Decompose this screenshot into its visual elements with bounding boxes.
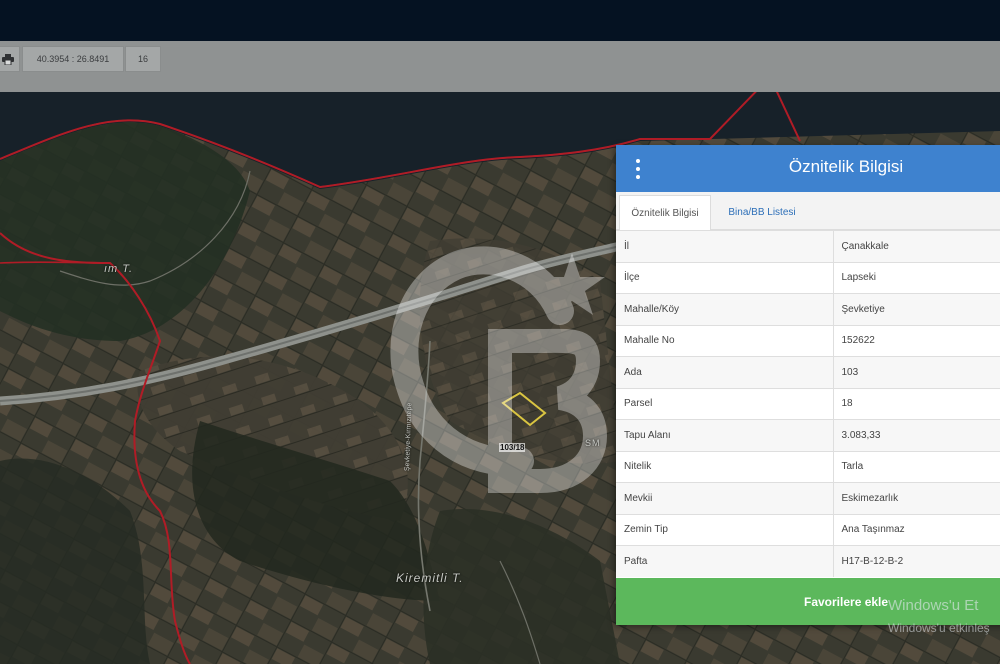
table-row: Mahalle/Köy Şevketiye	[616, 293, 1000, 325]
parcel-label[interactable]: 103/18	[499, 443, 526, 452]
panel-tabs: Öznitelik Bilgisi Bina/BB Listesi	[616, 192, 1000, 230]
map-label-sm: SM	[585, 438, 601, 448]
print-button[interactable]	[0, 46, 20, 72]
attribute-table: İl Çanakkale İlçe Lapseki Mahalle/Köy Şevke…	[616, 230, 1000, 577]
table-row: İlçe Lapseki	[616, 261, 1000, 294]
row-key: Nitelik	[616, 450, 834, 483]
row-key: Mevkii	[616, 482, 834, 514]
table-row: Tapu Alanı 3.083,33	[616, 419, 1000, 451]
row-key: Mahalle/Köy	[616, 293, 834, 325]
panel-header: Öznitelik Bilgisi	[616, 145, 1000, 192]
windows-activation-watermark: Windows'u Et	[888, 597, 979, 614]
row-key: Mahalle No	[616, 324, 834, 357]
row-key: Parsel	[616, 387, 834, 420]
row-value: 103	[833, 356, 1000, 388]
printer-icon	[2, 53, 14, 65]
map-toolbar: 40.3954 : 26.8491 16	[0, 41, 1000, 92]
row-value: Tarla	[833, 450, 1000, 483]
row-value: Lapseki	[833, 261, 1000, 294]
row-key: Tapu Alanı	[616, 419, 834, 451]
windows-activation-subtext: Windows'u etkinleş	[888, 621, 990, 635]
table-row: İl Çanakkale	[616, 230, 1000, 262]
top-bar	[0, 0, 1000, 41]
table-row: Mahalle No 152622	[616, 324, 1000, 357]
table-row: Zemin Tip Ana Taşınmaz	[616, 513, 1000, 546]
row-value: Çanakkale	[833, 230, 1000, 262]
map-label-hill-1: ım T.	[104, 263, 134, 275]
row-key: Pafta	[616, 545, 834, 577]
row-key: İl	[616, 230, 834, 262]
row-key: Zemin Tip	[616, 513, 834, 546]
tab-building-list[interactable]: Bina/BB Listesi	[714, 195, 810, 230]
row-key: İlçe	[616, 261, 834, 294]
row-key: Ada	[616, 356, 834, 388]
table-row: Mevkii Eskimezarlık	[616, 482, 1000, 514]
attribute-panel: Öznitelik Bilgisi Öznitelik Bilgisi Bina…	[616, 145, 1000, 625]
row-value: Ana Taşınmaz	[833, 513, 1000, 546]
panel-title: Öznitelik Bilgisi	[788, 157, 904, 176]
row-value: 18	[833, 387, 1000, 420]
table-row: Parsel 18	[616, 387, 1000, 420]
table-row: Nitelik Tarla	[616, 450, 1000, 483]
table-row: Pafta H17-B-12-B-2	[616, 545, 1000, 577]
tab-attribute-info[interactable]: Öznitelik Bilgisi	[619, 195, 711, 230]
zoom-level: 16	[125, 46, 161, 72]
table-row: Ada 103	[616, 356, 1000, 388]
coordinate-readout: 40.3954 : 26.8491	[22, 46, 124, 72]
row-value: H17-B-12-B-2	[833, 545, 1000, 577]
row-value: 152622	[833, 324, 1000, 357]
row-value: 3.083,33	[833, 419, 1000, 451]
row-value: Şevketiye	[833, 293, 1000, 325]
row-value: Eskimezarlık	[833, 482, 1000, 514]
map-label-hill-2: Kiremitli T.	[396, 571, 464, 585]
